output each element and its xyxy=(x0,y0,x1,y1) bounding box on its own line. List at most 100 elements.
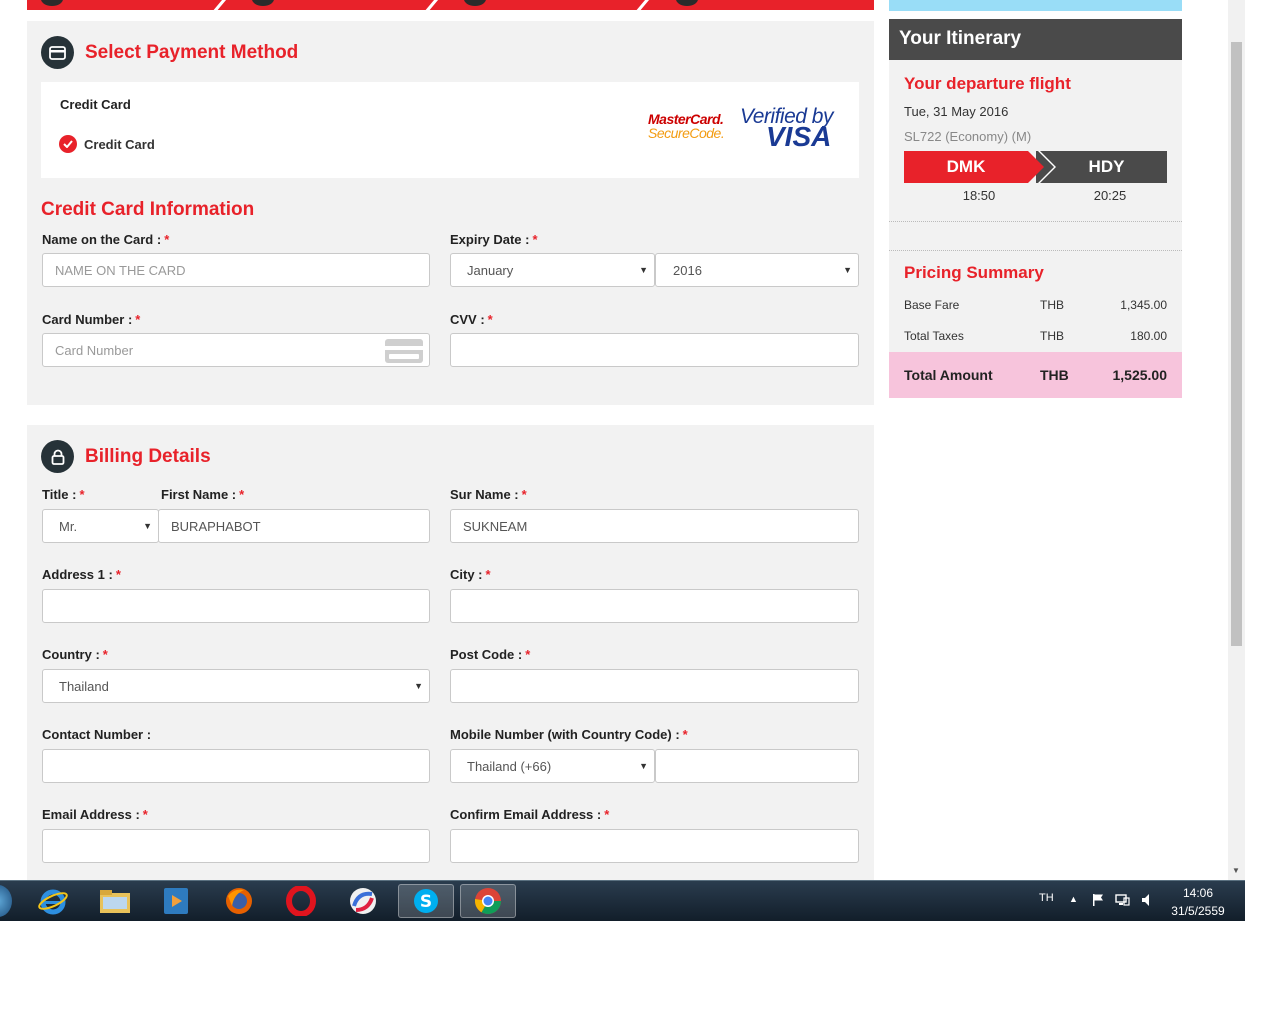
card-number-label-text: Card Number : xyxy=(42,312,133,327)
browser-swirl-icon[interactable] xyxy=(335,884,391,918)
card-number-placeholder: Card Number xyxy=(55,342,134,358)
required-mark: * xyxy=(239,487,245,502)
internet-explorer-icon[interactable] xyxy=(25,884,81,918)
flight-number: SL722 (Economy) (M) xyxy=(904,129,1032,144)
check-circle-icon xyxy=(59,135,77,153)
volume-icon[interactable] xyxy=(1141,893,1153,910)
mastercard-securecode-logo: MasterCard. SecureCode. xyxy=(648,111,732,141)
name-on-card-input[interactable]: NAME ON THE CARD xyxy=(42,253,430,287)
required-mark: * xyxy=(485,567,491,582)
email-label-text: Email Address : xyxy=(42,807,140,822)
total-amount-currency: THB xyxy=(1040,367,1069,383)
vertical-scrollbar[interactable]: ▼ xyxy=(1228,0,1245,880)
visa-logo-text: VISA xyxy=(766,121,832,152)
credit-card-radio-option[interactable]: Credit Card xyxy=(59,135,155,153)
total-taxes-amount: 180.00 xyxy=(1130,329,1167,343)
city-label-text: City : xyxy=(450,567,483,582)
payment-method-panel: Select Payment Method Credit Card Credit… xyxy=(27,21,874,405)
clock-date: 31/5/2559 xyxy=(1171,904,1225,918)
itinerary-header: Your Itinerary xyxy=(889,19,1182,60)
cvv-input[interactable] xyxy=(450,333,859,367)
start-orb-icon[interactable] xyxy=(0,885,12,917)
progress-step-dot xyxy=(676,0,698,6)
expiry-date-label: Expiry Date : * xyxy=(450,232,538,247)
progress-step-dot xyxy=(464,0,486,6)
pricing-summary-title: Pricing Summary xyxy=(904,263,1044,282)
credit-card-info-title: Credit Card Information xyxy=(41,199,255,220)
flight-date: Tue, 31 May 2016 xyxy=(904,104,1009,119)
media-player-icon[interactable] xyxy=(148,884,204,918)
confirm-email-input[interactable] xyxy=(450,829,859,863)
required-mark: * xyxy=(164,232,170,247)
scroll-down-arrow-icon[interactable]: ▼ xyxy=(1232,866,1240,875)
surname-label-text: Sur Name : xyxy=(450,487,519,502)
cvv-label-text: CVV : xyxy=(450,312,485,327)
itinerary-body: Your departure flight Tue, 31 May 2016 S… xyxy=(889,60,1182,398)
progress-separator xyxy=(631,0,653,10)
dropdown-arrow-icon: ▼ xyxy=(143,521,152,531)
expiry-year-value: 2016 xyxy=(673,262,702,278)
required-mark: * xyxy=(79,487,85,502)
contact-number-input[interactable] xyxy=(42,749,430,783)
required-mark: * xyxy=(135,312,141,327)
origin-code: DMK xyxy=(946,157,986,176)
contact-number-label: Contact Number : xyxy=(42,727,151,742)
firefox-icon[interactable] xyxy=(211,884,267,918)
svg-text:S: S xyxy=(420,892,432,912)
action-center-flag-icon[interactable] xyxy=(1092,893,1105,910)
mobile-number-input[interactable] xyxy=(655,749,859,783)
sidebar-top-banner xyxy=(889,0,1182,11)
windows-taskbar: S TH ▲ 14:06 31/5/2559 xyxy=(0,880,1245,921)
base-fare-amount: 1,345.00 xyxy=(1120,298,1167,312)
address-label-text: Address 1 : xyxy=(42,567,113,582)
card-number-input[interactable]: Card Number xyxy=(42,333,430,367)
credit-card-option-label: Credit Card xyxy=(84,136,155,152)
name-on-card-label-text: Name on the Card : xyxy=(42,232,162,247)
city-input[interactable] xyxy=(450,589,859,623)
address-input[interactable] xyxy=(42,589,430,623)
file-explorer-icon[interactable] xyxy=(87,884,143,918)
required-mark: * xyxy=(532,232,538,247)
base-fare-currency: THB xyxy=(1040,298,1064,312)
post-code-input[interactable] xyxy=(450,669,859,703)
payment-section-title: Select Payment Method xyxy=(85,42,299,63)
progress-step-dot xyxy=(41,0,63,6)
email-input[interactable] xyxy=(42,829,430,863)
scrollbar-thumb[interactable] xyxy=(1231,42,1242,646)
first-name-input[interactable]: BURAPHABOT xyxy=(158,509,430,543)
progress-separator xyxy=(420,0,442,10)
destination-code-text: HDY xyxy=(1088,157,1125,176)
system-clock[interactable]: 14:06 31/5/2559 xyxy=(1170,886,1226,918)
post-code-label-text: Post Code : xyxy=(450,647,523,662)
browser-viewport: Select Payment Method Credit Card Credit… xyxy=(0,0,1245,880)
language-indicator[interactable]: TH xyxy=(1039,892,1054,904)
dropdown-arrow-icon: ▼ xyxy=(639,265,648,275)
mobile-number-label-text: Mobile Number (with Country Code) : xyxy=(450,727,680,742)
required-mark: * xyxy=(142,807,148,822)
divider xyxy=(889,221,1182,222)
departure-time: 18:50 xyxy=(962,188,996,203)
expiry-month-value: January xyxy=(467,262,514,278)
expiry-year-select[interactable]: 2016 ▼ xyxy=(655,253,859,287)
expiry-month-select[interactable]: January ▼ xyxy=(450,253,655,287)
confirm-email-label: Confirm Email Address : * xyxy=(450,807,609,822)
country-label: Country : * xyxy=(42,647,108,662)
confirm-email-label-text: Confirm Email Address : xyxy=(450,807,602,822)
base-fare-label: Base Fare xyxy=(904,298,960,312)
country-select[interactable]: Thailand ▼ xyxy=(42,669,430,703)
network-icon[interactable] xyxy=(1115,893,1130,910)
mobile-country-code-select[interactable]: Thailand (+66) ▼ xyxy=(450,749,655,783)
address-label: Address 1 : * xyxy=(42,567,121,582)
surname-input[interactable]: SUKNEAM xyxy=(450,509,859,543)
booking-progress-bar xyxy=(27,0,874,10)
chrome-icon[interactable] xyxy=(460,884,516,918)
show-hidden-icons-icon[interactable]: ▲ xyxy=(1069,894,1078,904)
opera-icon[interactable] xyxy=(273,884,329,918)
country-label-text: Country : xyxy=(42,647,100,662)
skype-icon[interactable]: S xyxy=(398,884,454,918)
divider xyxy=(889,250,1182,251)
total-amount-value: 1,525.00 xyxy=(1112,367,1168,383)
verified-by-visa-logo: Verified by VISA xyxy=(740,105,850,153)
title-label-text: Title : xyxy=(42,487,77,502)
title-select[interactable]: Mr. ▼ xyxy=(42,509,159,543)
